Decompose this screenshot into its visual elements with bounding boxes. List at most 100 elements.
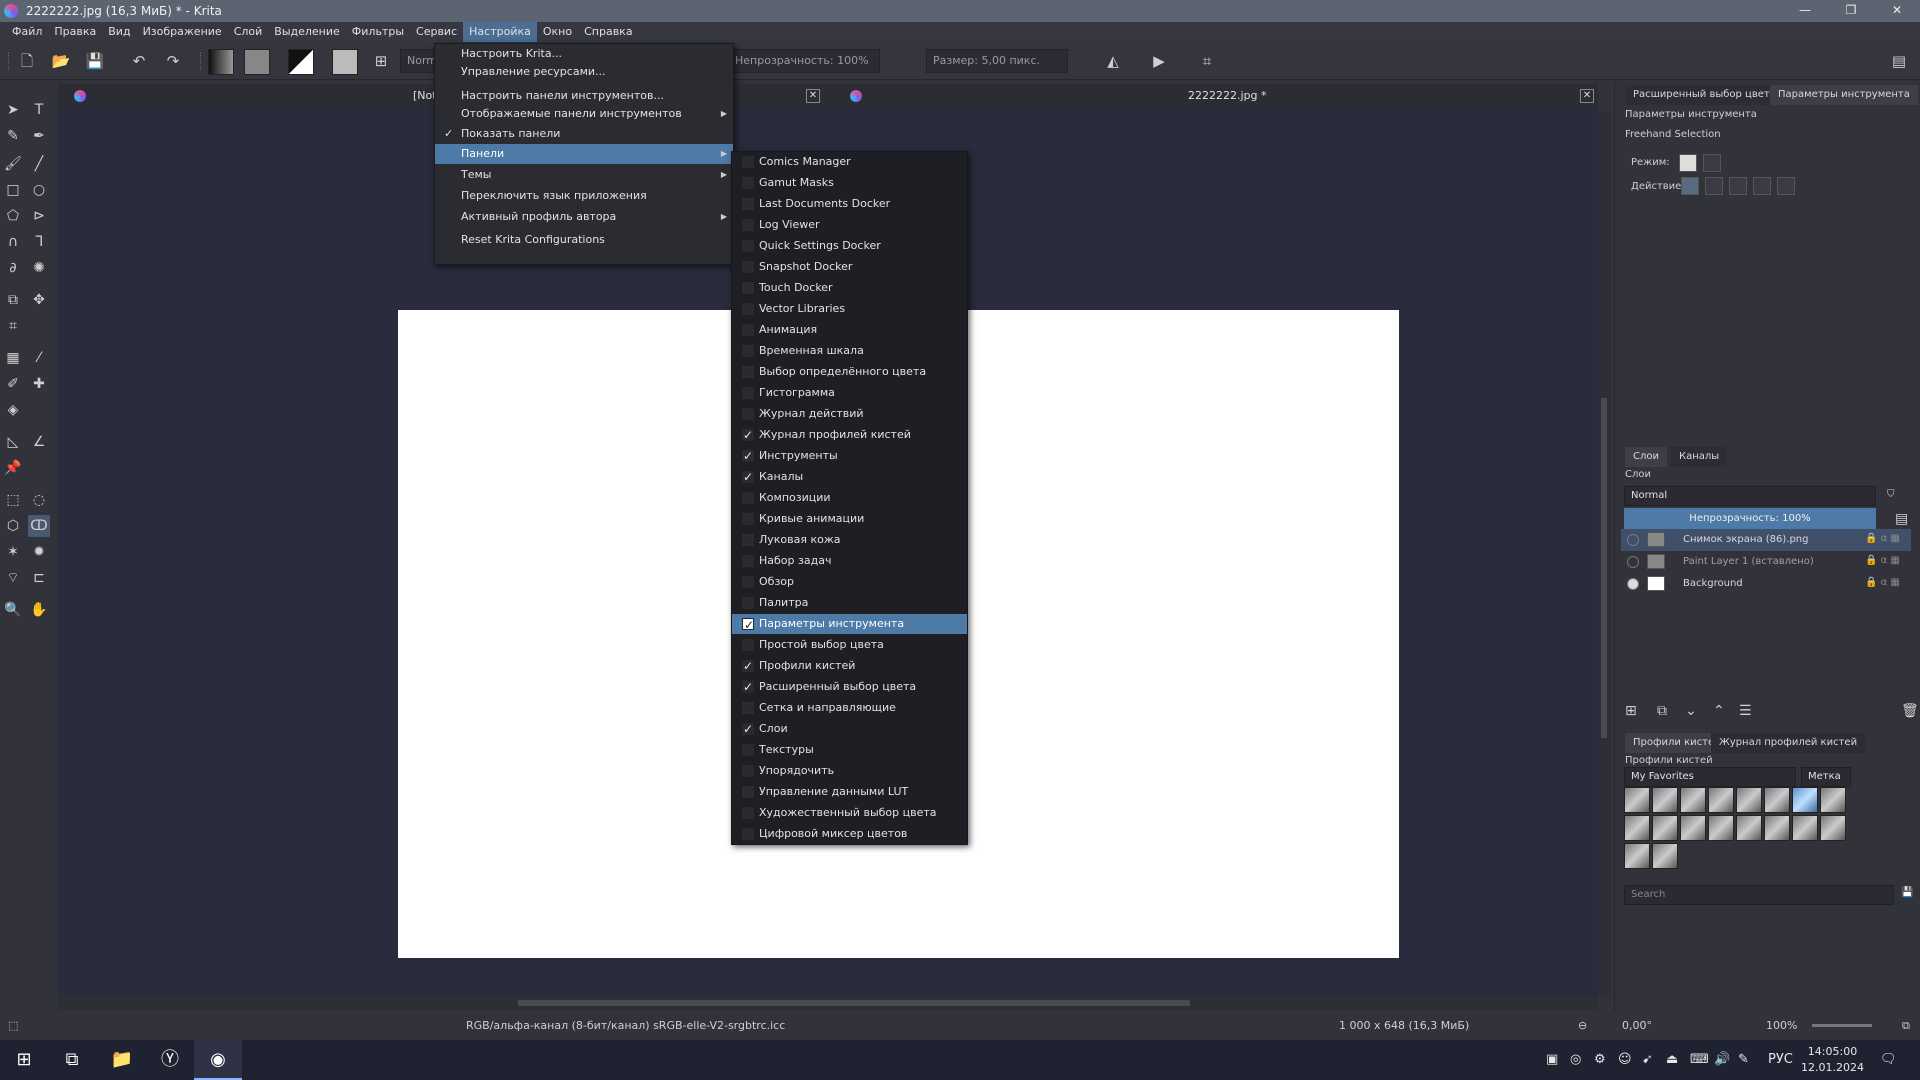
- polygonal-selection-tool-icon[interactable]: ⬡: [2, 515, 24, 537]
- checkbox-icon[interactable]: [742, 702, 754, 714]
- brush-preset[interactable]: [1624, 843, 1650, 869]
- docker-menu-item[interactable]: Текстуры: [732, 740, 967, 760]
- checkbox-icon[interactable]: [742, 261, 754, 273]
- task-view-icon[interactable]: ⧉: [48, 1040, 96, 1080]
- checkbox-icon[interactable]: [742, 156, 754, 168]
- mode-pixel-button[interactable]: [1679, 154, 1697, 172]
- menu-help[interactable]: Справка: [578, 22, 638, 42]
- checkbox-icon[interactable]: [742, 765, 754, 777]
- checkbox-icon[interactable]: [742, 240, 754, 252]
- brush-preset[interactable]: [1792, 787, 1818, 813]
- duplicate-layer-icon[interactable]: ⧉: [1657, 703, 1667, 719]
- fullscreen-icon[interactable]: ⧉: [1902, 1019, 1910, 1033]
- menu-item-manage-resources[interactable]: Управление ресурсами...: [435, 62, 733, 82]
- filter-icon[interactable]: ⛉: [1887, 489, 1895, 500]
- save-icon[interactable]: 💾: [1901, 887, 1913, 898]
- menu-item-author-profile[interactable]: Активный профиль автора ▶: [435, 207, 733, 227]
- checkbox-icon[interactable]: [742, 177, 754, 189]
- pan-tool-icon[interactable]: ✋: [28, 599, 50, 621]
- gradient-swatch[interactable]: [208, 49, 234, 75]
- checkbox-icon[interactable]: [742, 576, 754, 588]
- edit-shapes-tool-icon[interactable]: ✎: [2, 125, 24, 147]
- elliptical-selection-tool-icon[interactable]: ◌: [28, 489, 50, 511]
- brush-preset[interactable]: [1764, 815, 1790, 841]
- fg-bg-color-swatch[interactable]: [288, 49, 314, 75]
- open-document-icon[interactable]: 📂: [50, 50, 72, 72]
- visibility-icon[interactable]: [1627, 556, 1639, 568]
- docker-menu-item[interactable]: Палитра: [732, 593, 967, 613]
- menu-select[interactable]: Выделение: [268, 22, 346, 42]
- similar-color-selection-tool-icon[interactable]: ✹: [28, 541, 50, 563]
- rectangular-selection-tool-icon[interactable]: ⬚: [2, 489, 24, 511]
- checkbox-icon[interactable]: [742, 719, 754, 739]
- brush-preset[interactable]: [1624, 815, 1650, 841]
- docker-menu-item[interactable]: Touch Docker: [732, 278, 967, 298]
- checkbox-icon[interactable]: [742, 467, 754, 487]
- docker-menu-item[interactable]: Управление данными LUT: [732, 782, 967, 802]
- docker-menu-item[interactable]: Профили кистей: [732, 656, 967, 676]
- brush-preset[interactable]: [1764, 787, 1790, 813]
- docker-menu-item[interactable]: Расширенный выбор цвета: [732, 677, 967, 697]
- tray-discord-icon[interactable]: ☺: [1618, 1052, 1632, 1067]
- transform-tool-icon[interactable]: ⧉: [2, 289, 24, 311]
- docker-menu-item[interactable]: Comics Manager: [732, 152, 967, 172]
- tab-document-label[interactable]: 2222222.jpg *: [1188, 89, 1267, 102]
- delete-layer-icon[interactable]: 🗑: [1901, 703, 1919, 719]
- checkbox-icon[interactable]: [742, 807, 754, 819]
- docker-menu-item[interactable]: Last Documents Docker: [732, 194, 967, 214]
- rotation-reset-icon[interactable]: ⊖: [1578, 1019, 1587, 1032]
- action-intersect-button[interactable]: [1705, 177, 1723, 195]
- size-slider[interactable]: Размер: 5,00 пикс.: [926, 49, 1068, 73]
- add-layer-icon[interactable]: ⊞: [1625, 703, 1637, 719]
- docker-menu-item[interactable]: Художественный выбор цвета: [732, 803, 967, 823]
- menu-layer[interactable]: Слой: [228, 22, 269, 42]
- docker-menu-item[interactable]: Слои: [732, 719, 967, 739]
- layer-row[interactable]: Paint Layer 1 (вставлено) 🔒 α ▦: [1621, 551, 1911, 573]
- rectangle-tool-icon[interactable]: □: [2, 179, 24, 201]
- calligraphy-tool-icon[interactable]: ✒: [28, 125, 50, 147]
- action-subtract-button[interactable]: [1753, 177, 1771, 195]
- action-replace-button[interactable]: [1681, 177, 1699, 195]
- docker-menu-item[interactable]: Цифровой миксер цветов: [732, 824, 967, 844]
- move-layer-down-icon[interactable]: ⌄: [1685, 703, 1697, 719]
- menu-filters[interactable]: Фильтры: [346, 22, 410, 42]
- menu-item-configure-krita[interactable]: Настроить Krita...: [435, 44, 733, 64]
- crop-tool-icon[interactable]: ⌗: [2, 315, 24, 337]
- brush-preset[interactable]: [1820, 815, 1846, 841]
- measure-tool-icon[interactable]: ∠: [28, 431, 50, 453]
- freehand-selection-tool-icon[interactable]: ↀ: [28, 515, 50, 537]
- checkbox-icon[interactable]: [742, 366, 754, 378]
- ellipse-tool-icon[interactable]: ○: [28, 179, 50, 201]
- checkbox-icon[interactable]: [742, 534, 754, 546]
- checkbox-icon[interactable]: [742, 408, 754, 420]
- brush-settings-icon[interactable]: ⊞: [370, 50, 392, 72]
- menu-file[interactable]: Файл: [6, 22, 48, 42]
- close-button[interactable]: ✕: [1874, 0, 1920, 22]
- layer-blend-mode-select[interactable]: Normal: [1624, 486, 1876, 506]
- tab-layers[interactable]: Слои: [1625, 447, 1667, 467]
- mirror-horizontal-icon[interactable]: ◭: [1102, 50, 1124, 72]
- language-indicator[interactable]: РУС: [1768, 1052, 1793, 1067]
- menu-item-show-dockers[interactable]: ✓ Показать панели: [435, 124, 733, 144]
- menu-item-configure-toolbars[interactable]: Настроить панели инструментов...: [435, 86, 733, 106]
- clock[interactable]: 14:05:00 12.01.2024: [1801, 1044, 1864, 1076]
- brush-preset[interactable]: [1652, 787, 1678, 813]
- action-symmetric-button[interactable]: [1777, 177, 1795, 195]
- checkbox-icon[interactable]: [742, 446, 754, 466]
- checkbox-icon[interactable]: [742, 303, 754, 315]
- docker-menu-item[interactable]: Композиции: [732, 488, 967, 508]
- workspace-chooser-icon[interactable]: ▤: [1888, 50, 1910, 72]
- docker-menu-item[interactable]: Log Viewer: [732, 215, 967, 235]
- brush-preset[interactable]: [1680, 787, 1706, 813]
- checkbox-icon[interactable]: [742, 656, 754, 676]
- docker-menu-item[interactable]: Параметры инструмента: [732, 614, 967, 635]
- checkbox-icon[interactable]: [742, 219, 754, 231]
- docker-menu-item[interactable]: Quick Settings Docker: [732, 236, 967, 256]
- menu-window[interactable]: Окно: [537, 22, 578, 42]
- lock-alpha-icon[interactable]: 🔒 α ▦: [1865, 555, 1911, 569]
- docker-menu-item[interactable]: Snapshot Docker: [732, 257, 967, 277]
- new-document-icon[interactable]: 🗋: [16, 50, 38, 72]
- gradient-tool-icon[interactable]: ▦: [2, 347, 24, 369]
- scroll-thumb[interactable]: [1601, 398, 1607, 738]
- select-shapes-tool-icon[interactable]: ➤: [2, 99, 24, 121]
